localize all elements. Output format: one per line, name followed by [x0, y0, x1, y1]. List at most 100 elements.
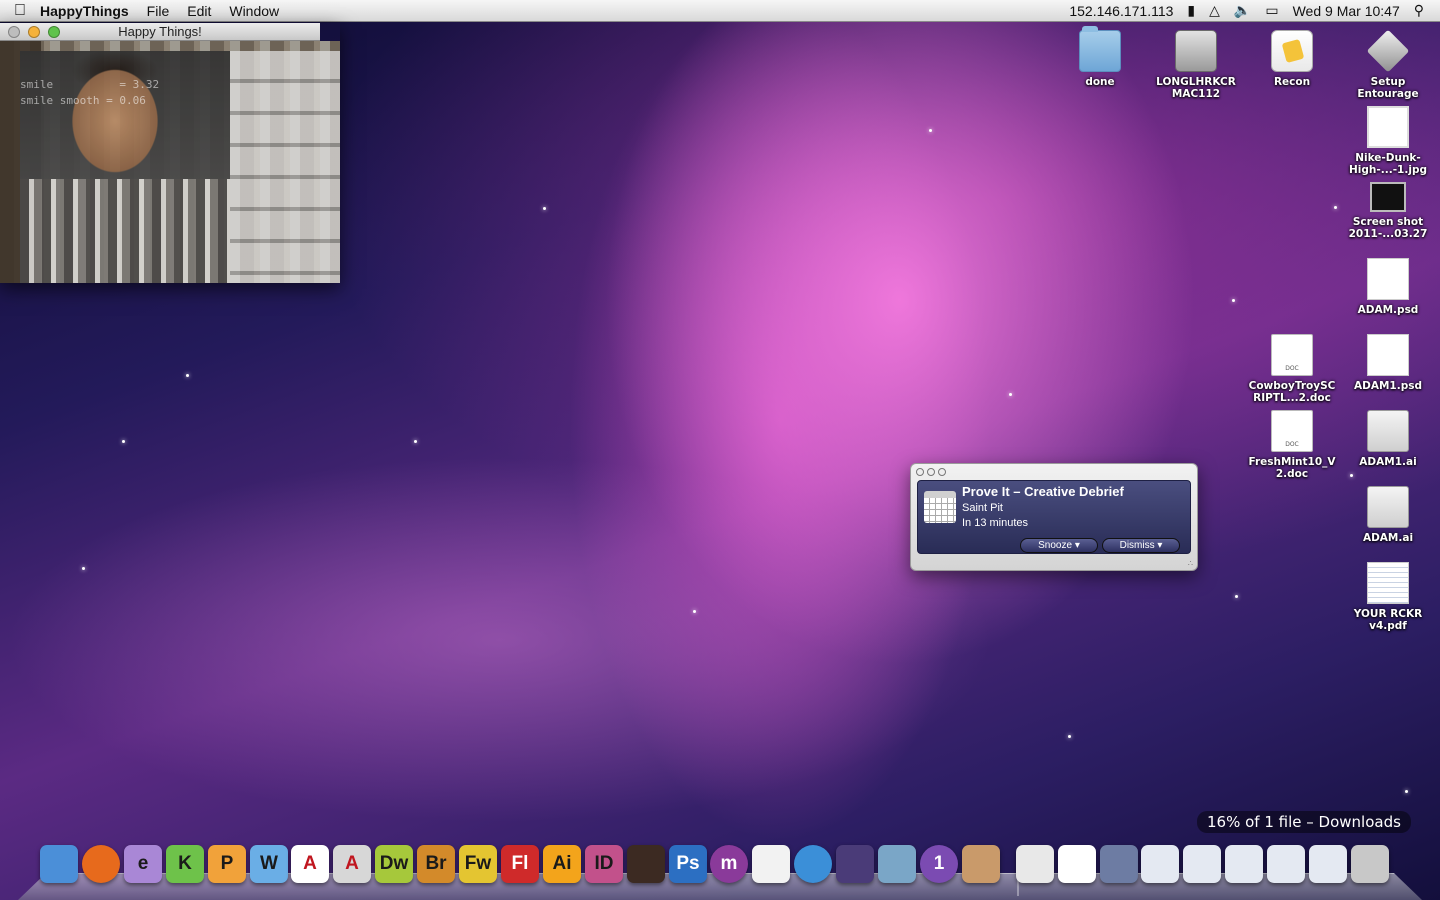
resize-grip-icon[interactable]: ∴: [1188, 559, 1193, 568]
desktop-icon-cowboytroy-doc[interactable]: CowboyTroySC RIPTL...2.doc: [1244, 334, 1340, 404]
alarm-zoom-button[interactable]: [938, 468, 946, 476]
dock-trash-icon[interactable]: [1351, 845, 1389, 883]
alarm-body: Prove It – Creative Debrief Saint Pit In…: [917, 480, 1191, 554]
spotlight-search-icon[interactable]: ⚲: [1414, 2, 1424, 19]
dock-illustrator-icon[interactable]: Ai: [543, 845, 581, 883]
smile-value: smile = 3.32: [20, 78, 160, 91]
dock-finder-icon[interactable]: [40, 845, 78, 883]
dock-photoshop-icon[interactable]: Ps: [669, 845, 707, 883]
desktop-icon-label: ADAM.psd: [1357, 304, 1419, 316]
desktop-icon-label: ADAM1.ai: [1359, 456, 1417, 468]
dock-window-2-icon[interactable]: [1141, 845, 1179, 883]
apple-menu-icon[interactable]: : [0, 2, 40, 20]
dock-expression-e-icon[interactable]: e: [124, 845, 162, 883]
calendar-icon: [924, 491, 956, 523]
battery-icon[interactable]: ▭: [1265, 2, 1278, 19]
dock-dashboard-icon[interactable]: [836, 845, 874, 883]
menu-bar:  HappyThings File Edit Window 152.146.1…: [0, 0, 1440, 22]
desktop-icon-label: YOUR RCKR v4.pdf: [1353, 608, 1423, 632]
dock-metal-icon[interactable]: m: [710, 845, 748, 883]
ip-address[interactable]: 152.146.171.113: [1069, 3, 1173, 19]
alarm-minimize-button[interactable]: [927, 468, 935, 476]
psd-file-icon: [1367, 258, 1409, 300]
desktop-icon-adam-psd[interactable]: ADAM.psd: [1340, 258, 1436, 316]
bluetooth-icon[interactable]: ▮: [1187, 2, 1195, 19]
dock-firefox-icon[interactable]: [82, 845, 120, 883]
dock-itunes-icon[interactable]: [794, 845, 832, 883]
wifi-icon[interactable]: △: [1209, 2, 1220, 19]
dismiss-button[interactable]: Dismiss ▾: [1102, 538, 1180, 553]
alarm-close-button[interactable]: [916, 468, 924, 476]
desktop-icon-rckr-pdf[interactable]: YOUR RCKR v4.pdf: [1340, 562, 1436, 632]
hard-drive-icon: [1175, 30, 1217, 72]
dock-picasa-icon[interactable]: [752, 845, 790, 883]
menu-app-name[interactable]: HappyThings: [40, 3, 129, 19]
snooze-button[interactable]: Snooze ▾: [1020, 538, 1098, 553]
happythings-window: Happy Things! smile = 3.32 smile smooth =…: [0, 23, 340, 283]
dock-window-5-icon[interactable]: [1267, 845, 1305, 883]
desktop-icon-label: Setup Entourage: [1357, 76, 1419, 100]
desktop-icon-label: ADAM.ai: [1362, 532, 1414, 544]
dismiss-label: Dismiss: [1119, 540, 1155, 551]
dock-expression-w-icon[interactable]: W: [250, 845, 288, 883]
menubar-clock[interactable]: Wed 9 Mar 10:47: [1293, 3, 1400, 19]
window-title: Happy Things!: [118, 24, 202, 39]
alarm-time: In 13 minutes: [962, 517, 1029, 529]
download-status[interactable]: 16% of 1 file – Downloads: [1197, 811, 1411, 833]
desktop-icon-nike-jpg[interactable]: Nike-Dunk-High-...-1.jpg: [1340, 106, 1436, 176]
installer-icon: [1366, 29, 1410, 73]
dock-expression-p-icon[interactable]: P: [208, 845, 246, 883]
recon-app-icon: [1271, 30, 1313, 72]
desktop-icon-done[interactable]: done: [1052, 26, 1148, 88]
dock-acrobat-pro-icon[interactable]: A: [333, 845, 371, 883]
webcam-feed: smile = 3.32 smile smooth = 0.06: [0, 41, 340, 283]
menu-file[interactable]: File: [147, 3, 170, 19]
background-shelves: [230, 51, 340, 283]
desktop-icon-freshmint-doc[interactable]: FreshMint10_V 2.doc: [1244, 410, 1340, 480]
desktop-icon-screenshot[interactable]: Screen shot 2011-...03.27: [1340, 182, 1436, 240]
chevron-down-icon: ▾: [1157, 540, 1163, 551]
volume-icon[interactable]: 🔈: [1234, 2, 1251, 19]
dock-cat-icon[interactable]: [962, 845, 1000, 883]
dock-acrobat-reader-icon[interactable]: A: [291, 845, 329, 883]
snooze-label: Snooze: [1038, 540, 1073, 551]
menu-edit[interactable]: Edit: [187, 3, 211, 19]
dock-expression-k-icon[interactable]: K: [166, 845, 204, 883]
ical-alarm-window: Prove It – Creative Debrief Saint Pit In…: [910, 463, 1198, 571]
dock-bridge-icon[interactable]: Br: [417, 845, 455, 883]
dock-dreamweaver-icon[interactable]: Dw: [375, 845, 413, 883]
dock-flash-icon[interactable]: Fl: [501, 845, 539, 883]
dock-window-6-icon[interactable]: [1309, 845, 1347, 883]
desktop-icon-label: Screen shot 2011-...03.27: [1348, 216, 1428, 240]
doc-file-icon: [1271, 410, 1313, 452]
alarm-title: Prove It – Creative Debrief: [962, 484, 1124, 499]
dock-indesign-icon[interactable]: ID: [585, 845, 623, 883]
desktop-icon-drive[interactable]: LONGLHRKCR MAC112: [1148, 30, 1244, 100]
menu-window[interactable]: Window: [229, 3, 279, 19]
dock-iphoto-icon[interactable]: [878, 845, 916, 883]
smile-readout: smile = 3.32 smile smooth = 0.06: [20, 77, 159, 109]
desktop-icon-recon[interactable]: Recon: [1244, 30, 1340, 88]
dock-window-3-icon[interactable]: [1183, 845, 1221, 883]
psd-file-icon: [1367, 334, 1409, 376]
dock-fireworks-icon[interactable]: Fw: [459, 845, 497, 883]
desktop-icon-adam-ai[interactable]: ADAM.ai: [1340, 486, 1436, 544]
ai-file-icon: [1367, 486, 1409, 528]
smile-smooth-value: smile smooth = 0.06: [20, 94, 146, 107]
screenshot-file-icon: [1370, 182, 1406, 212]
dock-film-icon[interactable]: [627, 845, 665, 883]
desktop-icon-adam1-psd[interactable]: ADAM1.psd: [1340, 334, 1436, 392]
desktop-icon-label: ADAM1.psd: [1354, 380, 1422, 392]
dock-alarm-clock-icon[interactable]: 1: [920, 845, 958, 883]
alarm-location: Saint Pit: [962, 502, 1003, 514]
dock-docs-icon[interactable]: [1016, 845, 1054, 883]
desktop-icon-label: FreshMint10_V 2.doc: [1248, 456, 1336, 480]
dock-window-1-icon[interactable]: [1100, 845, 1138, 883]
dock-window-4-icon[interactable]: [1225, 845, 1263, 883]
window-titlebar[interactable]: Happy Things!: [0, 23, 320, 41]
desktop-icon-label: LONGLHRKCR MAC112: [1156, 76, 1236, 100]
image-file-icon: [1367, 106, 1409, 148]
desktop-icon-adam1-ai[interactable]: ADAM1.ai: [1340, 410, 1436, 468]
dock-blank-doc-icon[interactable]: [1058, 845, 1096, 883]
desktop-icon-setup-entourage[interactable]: Setup Entourage: [1340, 29, 1436, 100]
